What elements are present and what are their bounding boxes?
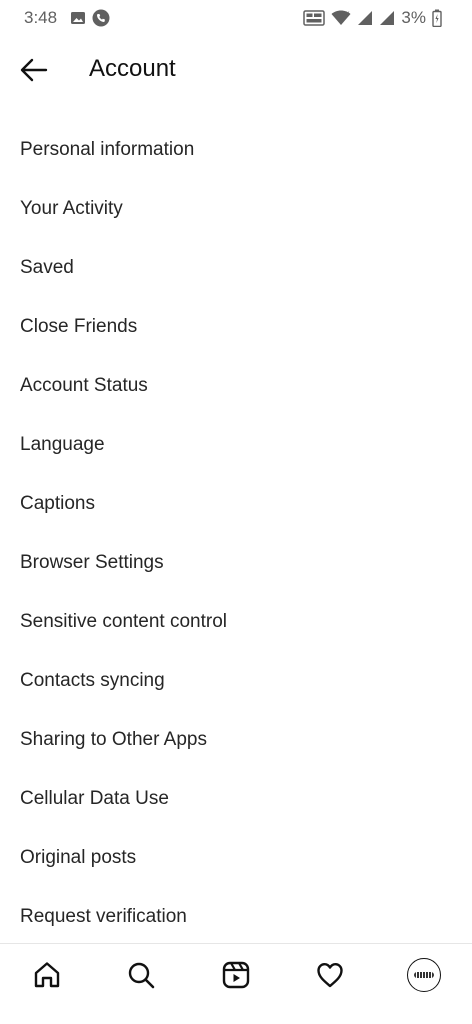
volte-icon xyxy=(303,10,326,26)
menu-item-original-posts[interactable]: Original posts xyxy=(0,828,472,887)
menu-item-your-activity[interactable]: Your Activity xyxy=(0,179,472,238)
home-icon xyxy=(34,962,60,988)
back-button[interactable] xyxy=(18,54,50,86)
menu-item-browser-settings[interactable]: Browser Settings xyxy=(0,533,472,592)
search-icon xyxy=(128,962,155,989)
avatar-logo xyxy=(414,972,434,978)
bottom-navigation xyxy=(0,943,472,1024)
page-title: Account xyxy=(89,55,176,82)
signal-icon xyxy=(358,11,373,25)
reels-icon xyxy=(222,961,250,989)
menu-item-account-status[interactable]: Account Status xyxy=(0,356,472,415)
signal-icon xyxy=(380,11,395,25)
menu-item-personal-information[interactable]: Personal information xyxy=(0,120,472,179)
status-left-icons xyxy=(70,9,110,27)
settings-menu-list: Personal information Your Activity Saved… xyxy=(0,120,472,946)
menu-item-contacts-syncing[interactable]: Contacts syncing xyxy=(0,651,472,710)
nav-profile-button[interactable] xyxy=(407,958,441,992)
svg-text:x: x xyxy=(346,10,350,17)
menu-item-sensitive-content-control[interactable]: Sensitive content control xyxy=(0,592,472,651)
nav-activity-button[interactable] xyxy=(313,958,347,992)
menu-item-saved[interactable]: Saved xyxy=(0,238,472,297)
battery-icon xyxy=(432,9,442,27)
phone-call-icon xyxy=(92,9,110,27)
menu-item-cellular-data-use[interactable]: Cellular Data Use xyxy=(0,769,472,828)
status-right-icons: x 3% xyxy=(303,8,442,28)
battery-percent: 3% xyxy=(401,8,426,27)
menu-item-close-friends[interactable]: Close Friends xyxy=(0,297,472,356)
wifi-icon: x xyxy=(331,10,351,25)
status-time: 3:48 xyxy=(24,8,58,27)
nav-reels-button[interactable] xyxy=(219,958,253,992)
nav-home-button[interactable] xyxy=(30,958,64,992)
image-icon xyxy=(71,12,85,24)
status-bar: 3:48 x 3% xyxy=(0,0,472,36)
menu-item-sharing-to-other-apps[interactable]: Sharing to Other Apps xyxy=(0,710,472,769)
menu-item-request-verification[interactable]: Request verification xyxy=(0,887,472,946)
profile-avatar xyxy=(407,958,441,992)
header: Account xyxy=(0,40,472,100)
menu-item-captions[interactable]: Captions xyxy=(0,474,472,533)
heart-icon xyxy=(317,963,343,988)
arrow-left-icon xyxy=(20,58,48,82)
nav-search-button[interactable] xyxy=(124,958,158,992)
menu-item-language[interactable]: Language xyxy=(0,415,472,474)
